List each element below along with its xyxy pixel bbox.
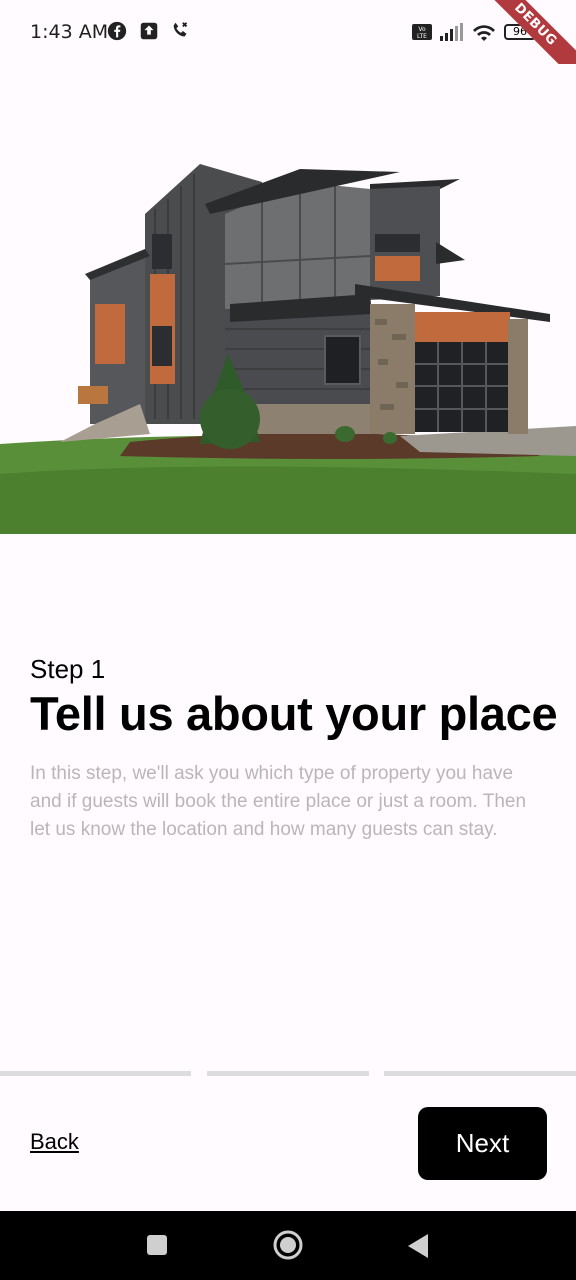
status-bar: 1:43 AM Vo LTE 96 DEBUG [0,0,576,86]
hero-image [0,64,576,534]
progress-segment-3 [384,1071,576,1076]
call-icon [170,20,192,47]
recents-icon[interactable] [146,1234,168,1261]
progress-indicator [0,1071,576,1077]
wifi-icon [472,22,496,42]
navigation-bar [0,1211,576,1280]
back-button[interactable]: Back [30,1129,79,1155]
status-right-icons: Vo LTE 96 [412,22,539,42]
status-time: 1:43 AM [30,21,109,43]
svg-text:Vo: Vo [418,26,426,33]
upload-icon [138,20,160,47]
svg-text:LTE: LTE [417,33,427,40]
home-icon[interactable] [272,1229,304,1266]
signal-icon [440,23,464,41]
next-button[interactable]: Next [418,1107,547,1180]
progress-segment-2 [207,1071,369,1076]
page-title: Tell us about your place [30,687,558,740]
step-label: Step 1 [30,654,106,684]
status-left-icons [106,20,192,47]
back-icon[interactable] [406,1233,430,1264]
step-description: In this step, we'll ask you which type o… [30,763,527,840]
progress-segment-1 [0,1071,191,1076]
volte-icon: Vo LTE [412,24,432,40]
facebook-icon [106,20,128,47]
